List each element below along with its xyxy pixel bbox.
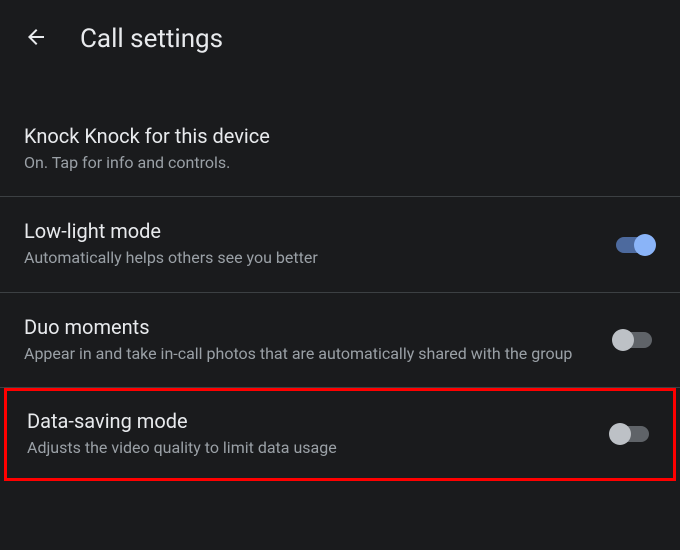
setting-content: Knock Knock for this device On. Tap for …: [24, 124, 656, 174]
setting-knock-knock[interactable]: Knock Knock for this device On. Tap for …: [0, 102, 680, 197]
setting-title: Low-light mode: [24, 219, 596, 243]
setting-content: Duo moments Appear in and take in-call p…: [24, 315, 596, 365]
low-light-toggle[interactable]: [612, 233, 656, 257]
back-arrow-icon: [24, 25, 48, 53]
data-saving-toggle[interactable]: [609, 422, 653, 446]
setting-title: Duo moments: [24, 315, 596, 339]
setting-title: Knock Knock for this device: [24, 124, 656, 148]
setting-content: Data-saving mode Adjusts the video quali…: [27, 409, 593, 459]
setting-subtitle: On. Tap for info and controls.: [24, 152, 656, 174]
setting-content: Low-light mode Automatically helps other…: [24, 219, 596, 269]
header: Call settings: [0, 0, 680, 74]
toggle-thumb: [612, 329, 634, 351]
setting-subtitle: Automatically helps others see you bette…: [24, 247, 596, 269]
setting-duo-moments[interactable]: Duo moments Appear in and take in-call p…: [0, 293, 680, 388]
setting-title: Data-saving mode: [27, 409, 593, 433]
page-title: Call settings: [80, 24, 223, 54]
back-button[interactable]: [24, 27, 48, 51]
setting-subtitle: Adjusts the video quality to limit data …: [27, 437, 593, 459]
settings-list: Knock Knock for this device On. Tap for …: [0, 74, 680, 481]
toggle-thumb: [609, 423, 631, 445]
toggle-thumb: [634, 234, 656, 256]
setting-low-light[interactable]: Low-light mode Automatically helps other…: [0, 197, 680, 292]
setting-data-saving[interactable]: Data-saving mode Adjusts the video quali…: [4, 388, 676, 480]
duo-moments-toggle[interactable]: [612, 328, 656, 352]
setting-subtitle: Appear in and take in-call photos that a…: [24, 343, 596, 365]
